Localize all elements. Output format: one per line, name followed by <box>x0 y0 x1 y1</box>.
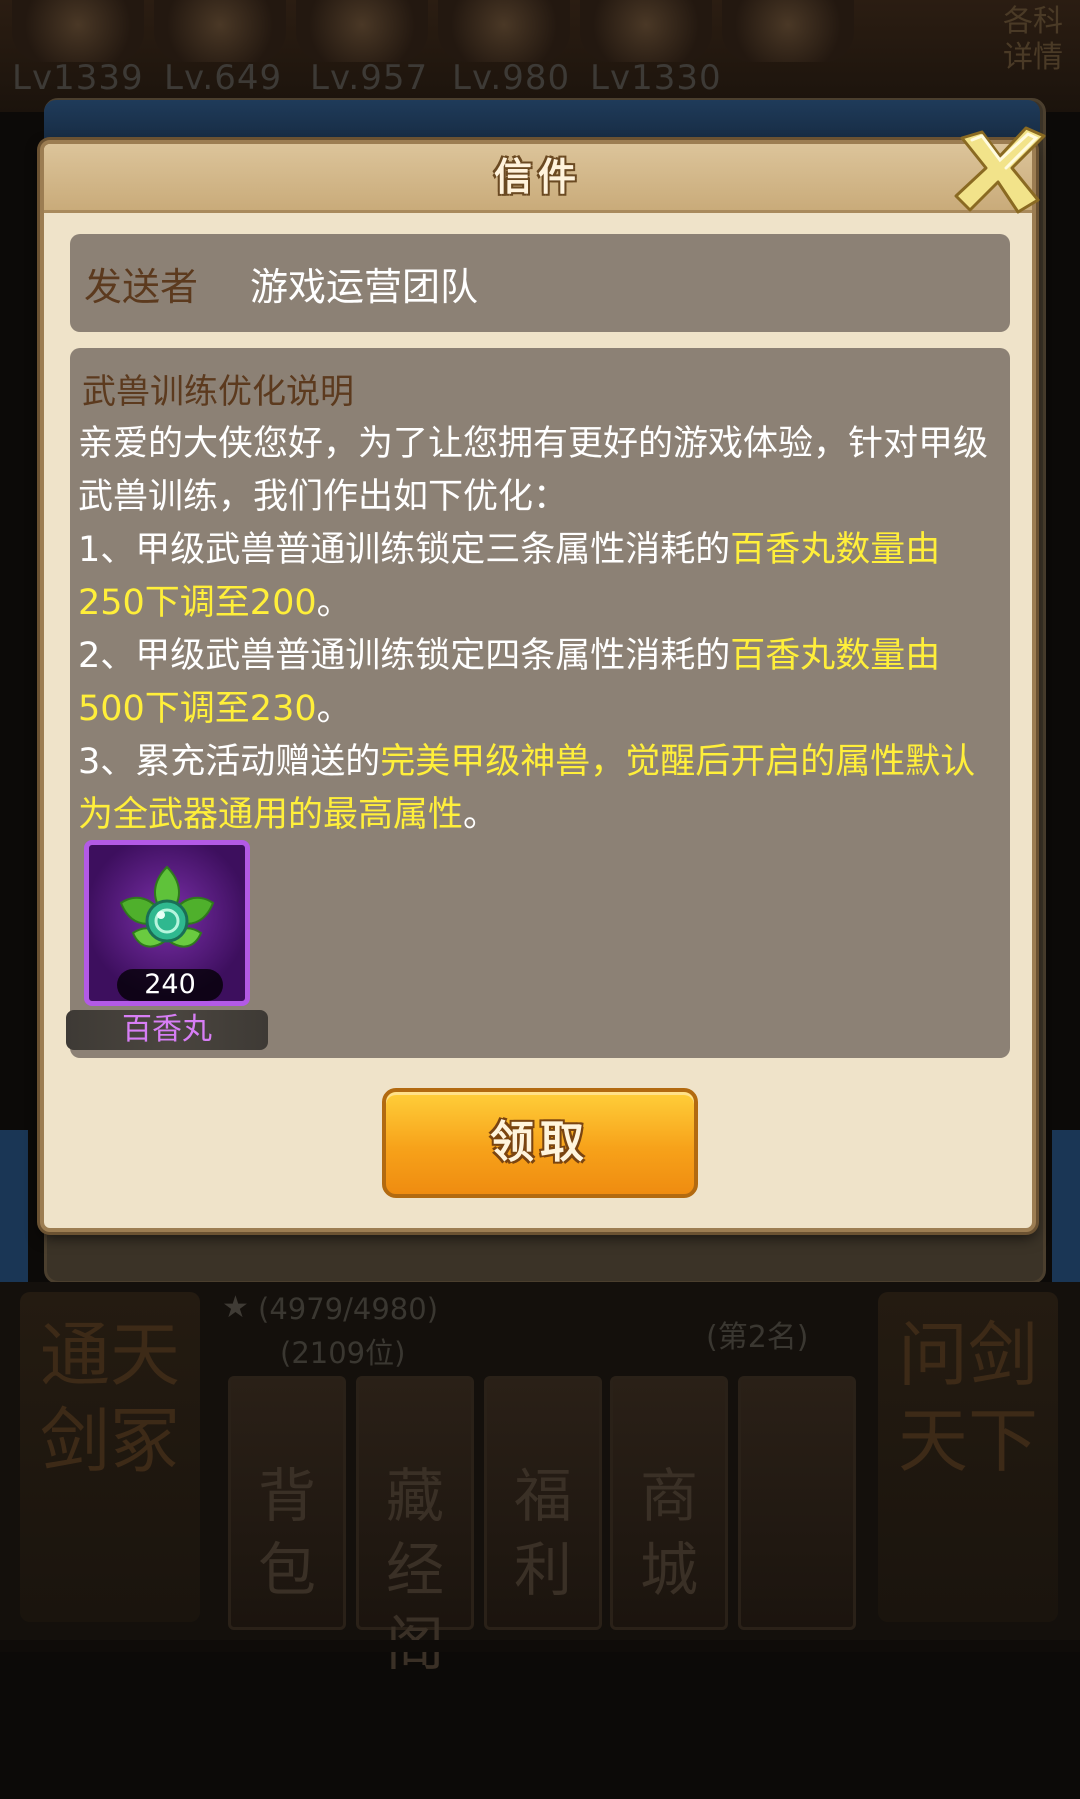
reward-name: 百香丸 <box>122 1012 212 1047</box>
bottom-menu-area: 通天剑冢 问剑天下 背包 藏经阁 福利 商城 <box>0 1282 1080 1678</box>
item-3-text: 3、累充活动赠送的 <box>78 742 381 782</box>
dialog-title: 信件 <box>493 155 582 199</box>
menu-button-shop: 商城 <box>610 1376 728 1630</box>
side-button-left: 通天剑冢 <box>20 1292 200 1622</box>
menu-button-bag: 背包 <box>228 1376 346 1630</box>
dialog-header: 信件 <box>44 144 1032 213</box>
item-3-end: 。 <box>463 795 499 835</box>
item-2-end: 。 <box>316 689 352 729</box>
star-icon: ★ <box>222 1290 249 1325</box>
reward-name-bar: 百香丸 <box>66 1010 268 1050</box>
sender-row: 发送者 游戏运营团队 <box>70 234 1010 332</box>
background-panel-header <box>44 100 1040 140</box>
sender-label: 发送者 <box>84 265 199 309</box>
hero-level: Lv.980 <box>452 58 571 98</box>
hero-level: Lv.957 <box>310 58 429 98</box>
mail-body: 亲爱的大侠您好，为了让您拥有更好的游戏体验，针对甲级武兽训练，我们作出如下优化：… <box>78 418 998 842</box>
top-hero-bar: Lv1339 Lv.649 Lv.957 Lv.980 Lv1330 各科 详情 <box>0 0 1080 112</box>
bottom-strip <box>0 1640 1080 1652</box>
side-button-right: 问剑天下 <box>878 1292 1058 1622</box>
item-1-text: 1、甲级武兽普通训练锁定三条属性消耗的 <box>78 530 731 570</box>
star-progress: (4979/4980) <box>258 1292 439 1326</box>
reward-count: 240 <box>117 969 223 1001</box>
hero-level: Lv1339 <box>12 58 144 98</box>
sender-name: 游戏运营团队 <box>250 265 479 309</box>
mail-dialog: 信件 发送者 游戏运营团队 武兽训练优化说明 亲爱的大侠您好，为了让您拥有更好的… <box>40 140 1036 1232</box>
mail-intro: 亲爱的大侠您好，为了让您拥有更好的游戏体验，针对甲级武兽训练，我们作出如下优化： <box>78 424 989 517</box>
menu-button-welfare: 福利 <box>484 1376 602 1630</box>
rank-text: (第2名) <box>706 1320 809 1355</box>
claim-button-label: 领取 <box>490 1117 590 1168</box>
hero-portrait <box>722 0 854 62</box>
leaf-pill-icon <box>119 865 215 948</box>
details-button: 各科 详情 <box>1003 4 1063 75</box>
item-1-end: 。 <box>316 583 352 623</box>
close-icon[interactable] <box>952 126 1048 216</box>
menu-button-extra <box>738 1376 856 1630</box>
claim-button[interactable]: 领取 <box>382 1088 698 1198</box>
hero-portrait <box>12 0 144 62</box>
mail-item-2: 2、甲级武兽普通训练锁定四条属性消耗的百香丸数量由500下调至230。 <box>78 630 998 736</box>
hero-portrait <box>580 0 712 62</box>
mail-item-3: 3、累充活动赠送的完美甲级神兽，觉醒后开启的属性默认为全武器通用的最高属性。 <box>78 736 998 842</box>
mail-subject: 武兽训练优化说明 <box>82 372 354 412</box>
hero-portrait <box>438 0 570 62</box>
reward-item[interactable]: 240 百香丸 <box>66 840 274 1060</box>
hero-portrait <box>154 0 286 62</box>
mail-content: 武兽训练优化说明 亲爱的大侠您好，为了让您拥有更好的游戏体验，针对甲级武兽训练，… <box>66 348 1010 1060</box>
mail-item-1: 1、甲级武兽普通训练锁定三条属性消耗的百香丸数量由250下调至200。 <box>78 524 998 630</box>
item-2-text: 2、甲级武兽普通训练锁定四条属性消耗的 <box>78 636 731 676</box>
hero-level: Lv.649 <box>164 58 283 98</box>
hero-portrait <box>296 0 428 62</box>
menu-button-library: 藏经阁 <box>356 1376 474 1678</box>
reward-frame[interactable]: 240 <box>84 840 250 1006</box>
player-count: (2109位) <box>280 1336 406 1370</box>
hero-level: Lv1330 <box>590 58 722 98</box>
